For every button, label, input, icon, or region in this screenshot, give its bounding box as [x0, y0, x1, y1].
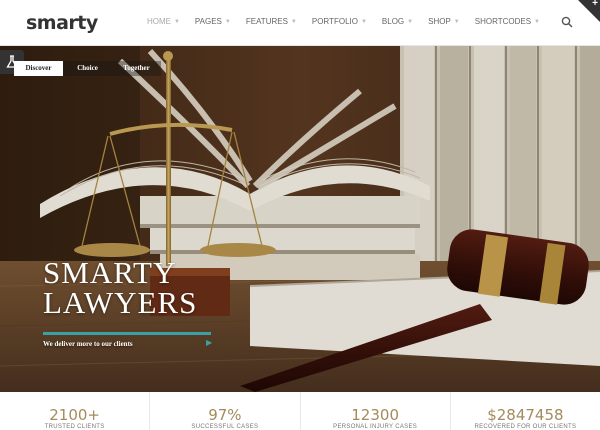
nav-item-portfolio[interactable]: PORTFOLIO ▼	[312, 17, 367, 26]
nav-item-blog[interactable]: BLOG ▼	[382, 17, 413, 26]
stat-value: 97%	[208, 406, 242, 424]
stat-label: TRUSTED CLIENTS	[44, 424, 105, 430]
tab-discover[interactable]: Discover	[14, 61, 63, 76]
nav-item-label: PAGES	[194, 17, 222, 26]
nav-item-label: SHOP	[428, 17, 451, 26]
stat-value: $2847458	[487, 406, 564, 424]
stat-value: 2100+	[49, 406, 100, 424]
stat-label: RECOVERED FOR OUR CLIENTS	[474, 424, 577, 430]
nav-item-shortcodes[interactable]: SHORTCODES ▼	[475, 17, 540, 26]
stat-value: 12300	[351, 406, 399, 424]
stat-trusted-clients: 2100+ TRUSTED CLIENTS	[0, 392, 151, 430]
hero-headline: SMARTY LAWYERS	[43, 255, 198, 320]
tab-choice[interactable]: Choice	[63, 61, 112, 76]
nav-item-label: PORTFOLIO	[311, 17, 358, 26]
nav-item-label: FEATURES	[245, 17, 288, 26]
nav-item-label: HOME	[146, 17, 171, 26]
chevron-down-icon: ▼	[290, 18, 297, 25]
nav-item-pages[interactable]: PAGES ▼	[195, 17, 231, 26]
chevron-down-icon: ▼	[407, 18, 414, 25]
search-icon	[561, 16, 573, 28]
nav-item-features[interactable]: FEATURES ▼	[246, 17, 297, 26]
search-button[interactable]	[560, 15, 574, 29]
chevron-down-icon: ▼	[224, 18, 231, 25]
hero-tabs: Discover Choice Together	[14, 61, 161, 76]
stat-successful-cases: 97% SUCCESSFUL CASES	[150, 392, 301, 430]
hero-tagline: We deliver more to our clients	[43, 340, 133, 348]
stat-label: PERSONAL INJURY CASES	[333, 424, 418, 430]
nav-item-home[interactable]: HOME ▼	[147, 17, 180, 26]
nav-item-label: SHORTCODES	[474, 17, 532, 26]
hero-accent-line	[43, 332, 211, 335]
tab-together[interactable]: Together	[112, 61, 161, 76]
plus-icon: +	[592, 0, 598, 9]
stat-recovered: $2847458 RECOVERED FOR OUR CLIENTS	[451, 392, 600, 430]
chevron-down-icon: ▼	[534, 18, 540, 25]
site-header: smarty HOME ▼ PAGES ▼ FEATURES ▼ PORTFOLIO ▼…	[0, 0, 600, 46]
hero-headline-line1: SMARTY	[43, 255, 177, 290]
chevron-down-icon: ▼	[360, 18, 367, 25]
nav-item-shop[interactable]: SHOP ▼	[428, 17, 460, 26]
hero-headline-line2: LAWYERS	[43, 285, 198, 320]
stat-personal-injury-cases: 12300 PERSONAL INJURY CASES	[301, 392, 451, 430]
chevron-down-icon: ▼	[173, 18, 180, 25]
nav-item-label: BLOG	[381, 17, 405, 26]
hero-slider: Discover Choice Together SMARTY LAWYERS …	[0, 46, 600, 392]
main-nav: HOME ▼ PAGES ▼ FEATURES ▼ PORTFOLIO ▼ BLOG ▼ …	[132, 17, 540, 26]
chevron-down-icon: ▼	[453, 18, 460, 25]
slider-next-icon[interactable]: ▶	[206, 338, 212, 347]
stats-bar: 2100+ TRUSTED CLIENTS 97% SUCCESSFUL CAS…	[0, 392, 600, 430]
stat-label: SUCCESSFUL CASES	[191, 424, 259, 430]
site-logo[interactable]: smarty	[26, 12, 98, 34]
